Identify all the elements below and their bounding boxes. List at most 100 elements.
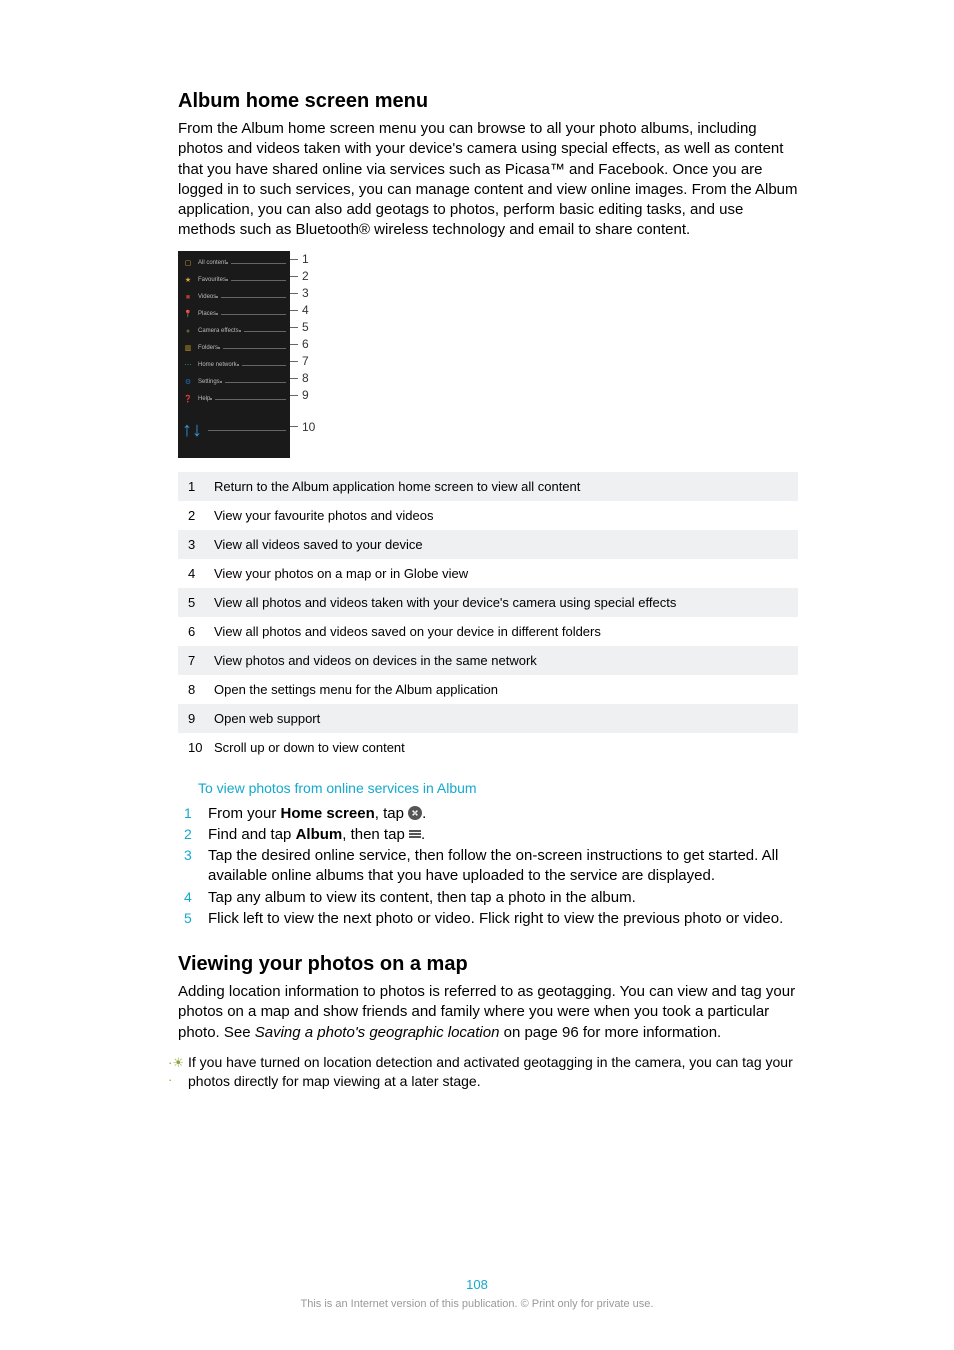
legend-number: 3 — [188, 537, 214, 552]
content-column: Album home screen menu From the Album ho… — [178, 90, 798, 1091]
phone-menu-item: ⚙ Settings — [182, 374, 286, 391]
legend-text: Return to the Album application home scr… — [214, 479, 788, 494]
scroll-arrows-icon: ↑↓ — [182, 419, 202, 442]
legend-number: 6 — [188, 624, 214, 639]
page: Album home screen menu From the Album ho… — [0, 0, 954, 1350]
menu-item-icon: ■ — [182, 294, 194, 301]
legend-row: 6View all photos and videos saved on you… — [178, 617, 798, 646]
menu-item-icon: ⚙ — [182, 378, 194, 386]
menu-item-label: All content — [198, 260, 226, 266]
step-keyword: Album — [296, 826, 343, 843]
procedure-heading: To view photos from online services in A… — [198, 780, 798, 796]
menu-item-icon: 📍 — [182, 310, 194, 318]
menu-item-icon: ▥ — [182, 344, 194, 352]
section-paragraph: From the Album home screen menu you can … — [178, 119, 798, 241]
phone-menu-item: ★ Favourites — [182, 272, 286, 289]
page-number: 108 — [0, 1277, 954, 1292]
legend-row: 9Open web support — [178, 704, 798, 733]
apps-icon — [408, 806, 422, 820]
phone-menu-item: ❓ Help — [182, 391, 286, 408]
legend-text: Scroll up or down to view content — [214, 740, 788, 755]
menu-item-icon: ★ — [182, 276, 194, 284]
menu-item-label: Folders — [198, 345, 218, 351]
tip-text: If you have turned on location detection… — [188, 1053, 798, 1091]
menu-item-label: Help — [198, 396, 210, 402]
callout-number: 2 — [290, 268, 315, 285]
legend-text: View all videos saved to your device — [214, 537, 788, 552]
step-3: Tap the desired online service, then fol… — [178, 846, 798, 887]
section-heading-map: Viewing your photos on a map — [178, 953, 798, 976]
legend-number: 9 — [188, 711, 214, 726]
step-text: Find and tap — [208, 826, 296, 843]
legend-row: 3View all videos saved to your device — [178, 530, 798, 559]
section-heading-album: Album home screen menu — [178, 90, 798, 113]
phone-menu-item: ▥ Folders — [182, 340, 286, 357]
phone-menu-item: ● Camera effects — [182, 323, 286, 340]
step-5: Flick left to view the next photo or vid… — [178, 909, 798, 929]
legend-row: 10Scroll up or down to view content — [178, 733, 798, 762]
tip-icon: ·☀· — [168, 1053, 188, 1091]
legend-text: View your photos on a map or in Globe vi… — [214, 566, 788, 581]
step-4: Tap any album to view its content, then … — [178, 888, 798, 908]
legend-number: 7 — [188, 653, 214, 668]
phone-menu-item: ■ Videos — [182, 289, 286, 306]
legend-number: 5 — [188, 595, 214, 610]
legend-text: View your favourite photos and videos — [214, 508, 788, 523]
step-text: . — [422, 805, 426, 822]
menu-item-label: Videos — [198, 294, 216, 300]
callout-number: 9 — [290, 387, 315, 404]
step-2: Find and tap Album, then tap . — [178, 825, 798, 845]
phone-menu-item: 📍 Places — [182, 306, 286, 323]
tip-note: ·☀· If you have turned on location detec… — [168, 1053, 798, 1091]
phone-menu-item: ▢ All content — [182, 255, 286, 272]
legend-number: 8 — [188, 682, 214, 697]
callout-number: 7 — [290, 353, 315, 370]
menu-icon — [409, 829, 421, 840]
step-text: From your — [208, 805, 281, 822]
menu-item-label: Home network — [198, 362, 237, 368]
phone-screenshot: ▢ All content ★ Favourites ■ Videos 📍 Places ● Ca… — [178, 251, 290, 458]
step-text: , tap — [375, 805, 408, 822]
callout-number: 8 — [290, 370, 315, 387]
menu-item-label: Places — [198, 311, 216, 317]
menu-item-icon: ● — [182, 328, 194, 335]
callout-number: 10 — [290, 404, 315, 450]
footer-note: This is an Internet version of this publ… — [0, 1298, 954, 1310]
legend-text: Open web support — [214, 711, 788, 726]
legend-text: Open the settings menu for the Album app… — [214, 682, 788, 697]
procedure-steps: From your Home screen, tap . Find and ta… — [178, 804, 798, 930]
menu-item-icon: ❓ — [182, 395, 194, 403]
legend-number: 4 — [188, 566, 214, 581]
legend-number: 2 — [188, 508, 214, 523]
legend-text: View photos and videos on devices in the… — [214, 653, 788, 668]
legend-number: 10 — [188, 740, 214, 755]
phone-menu-item: ⋯ Home network — [182, 357, 286, 374]
callout-number: 1 — [290, 251, 315, 268]
legend-table: 1Return to the Album application home sc… — [178, 472, 798, 762]
legend-row: 8Open the settings menu for the Album ap… — [178, 675, 798, 704]
callout-column: 12345678910 — [290, 251, 315, 450]
step-text: . — [421, 826, 425, 843]
legend-row: 2View your favourite photos and videos — [178, 501, 798, 530]
legend-number: 1 — [188, 479, 214, 494]
scroll-indicator: ↑↓ — [182, 408, 286, 454]
cross-reference: Saving a photo's geographic location — [255, 1024, 500, 1041]
legend-text: View all photos and videos saved on your… — [214, 624, 788, 639]
album-menu-figure: ▢ All content ★ Favourites ■ Videos 📍 Places ● Ca… — [178, 251, 798, 458]
legend-row: 5View all photos and videos taken with y… — [178, 588, 798, 617]
menu-item-icon: ⋯ — [182, 361, 194, 369]
step-text: , then tap — [342, 826, 409, 843]
callout-number: 4 — [290, 302, 315, 319]
menu-item-label: Camera effects — [198, 328, 239, 334]
callout-number: 5 — [290, 319, 315, 336]
legend-row: 1Return to the Album application home sc… — [178, 472, 798, 501]
section-paragraph: Adding location information to photos is… — [178, 982, 798, 1043]
menu-item-label: Favourites — [198, 277, 226, 283]
step-1: From your Home screen, tap . — [178, 804, 798, 824]
menu-item-icon: ▢ — [182, 259, 194, 267]
menu-item-label: Settings — [198, 379, 220, 385]
callout-number: 3 — [290, 285, 315, 302]
legend-text: View all photos and videos taken with yo… — [214, 595, 788, 610]
callout-number: 6 — [290, 336, 315, 353]
legend-row: 7View photos and videos on devices in th… — [178, 646, 798, 675]
